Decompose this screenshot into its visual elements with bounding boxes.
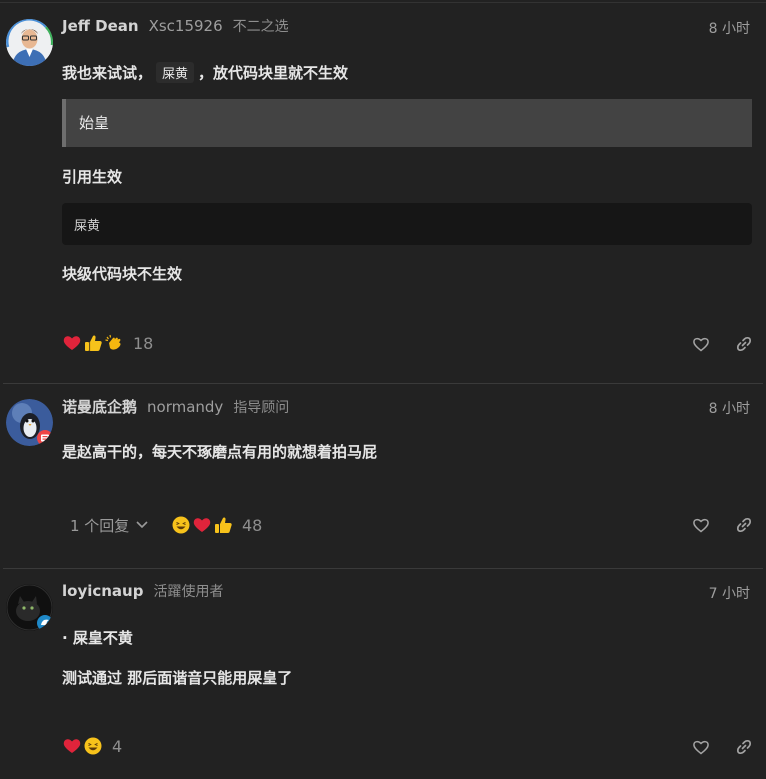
post-meta: Jeff Dean Xsc15926 不二之选 bbox=[62, 16, 289, 38]
post-paragraph: 块级代码块不生效 bbox=[62, 265, 183, 283]
post-paragraph: 是赵高干的，每天不琢磨点有用的就想着拍马屁 bbox=[62, 443, 378, 461]
like-icon[interactable] bbox=[691, 515, 711, 535]
post-time[interactable]: 7 小时 bbox=[709, 583, 750, 603]
username[interactable]: 诺曼底企鹅 bbox=[62, 396, 137, 417]
topic-feed: Jeff Dean Xsc15926 不二之选 8 小时 我也来试试， 屎黄 ，放代… bbox=[0, 0, 766, 779]
post-time[interactable]: 8 小时 bbox=[709, 18, 750, 38]
reactions-bar[interactable]: 4 bbox=[62, 735, 122, 757]
post-normandy: 诺曼底企鹅 normandy 指导顾问 8 小时 是赵高干的，每天不琢磨点有用的… bbox=[0, 384, 766, 568]
reactions-bar[interactable]: 48 bbox=[171, 514, 262, 536]
heart-emoji-icon bbox=[192, 515, 212, 535]
reaction-count: 4 bbox=[112, 736, 123, 756]
list-item: · 屎皇不黄 bbox=[62, 629, 133, 647]
clap-emoji-icon bbox=[104, 333, 124, 353]
user-title: 不二之选 bbox=[232, 19, 289, 35]
reaction-count: 18 bbox=[133, 333, 154, 353]
thumbs-up-emoji-icon bbox=[213, 515, 233, 535]
post-meta: 诺曼底企鹅 normandy 指导顾问 bbox=[62, 396, 289, 418]
post-loyicnaup: loyicnaup 活躍使用者 7 小时 · 屎皇不黄 测试通过 那后面谐音只能… bbox=[0, 569, 766, 779]
full-name[interactable]: Xsc15926 bbox=[149, 17, 223, 35]
user-title: 指导顾问 bbox=[233, 400, 290, 416]
replies-label: 1 个回复 bbox=[70, 516, 130, 535]
link-icon[interactable] bbox=[734, 334, 754, 354]
text-segment: 我也来试试， bbox=[62, 64, 153, 82]
post-paragraph: 引用生效 bbox=[62, 168, 123, 186]
laughing-emoji-icon bbox=[171, 515, 191, 535]
post-paragraph: 我也来试试， 屎黄 ，放代码块里就不生效 bbox=[62, 62, 348, 83]
username[interactable]: Jeff Dean bbox=[62, 17, 139, 35]
post-time[interactable]: 8 小时 bbox=[709, 398, 750, 418]
avatar[interactable] bbox=[6, 399, 53, 446]
avatar[interactable] bbox=[6, 584, 53, 631]
post-jeff-dean: Jeff Dean Xsc15926 不二之选 8 小时 我也来试试， 屎黄 ，放代… bbox=[0, 0, 766, 383]
like-icon[interactable] bbox=[691, 737, 711, 757]
laughing-emoji-icon bbox=[83, 736, 103, 756]
show-replies-button[interactable]: 1 个回复 bbox=[70, 514, 148, 536]
heart-emoji-icon bbox=[62, 736, 82, 756]
username[interactable]: loyicnaup bbox=[62, 582, 143, 600]
avatar[interactable] bbox=[6, 19, 53, 66]
post-paragraph: 测试通过 那后面谐音只能用屎皇了 bbox=[62, 669, 293, 687]
link-icon[interactable] bbox=[734, 515, 754, 535]
blockquote: 始皇 bbox=[62, 99, 752, 147]
post-meta: loyicnaup 活躍使用者 bbox=[62, 581, 223, 603]
reaction-count: 48 bbox=[242, 515, 263, 535]
user-title: 活躍使用者 bbox=[153, 584, 224, 600]
like-icon[interactable] bbox=[691, 334, 711, 354]
full-name[interactable]: normandy bbox=[147, 398, 223, 416]
chevron-down-icon bbox=[136, 521, 148, 529]
link-icon[interactable] bbox=[734, 737, 754, 757]
inline-code: 屎黄 bbox=[156, 62, 195, 83]
text-segment: ，放代码块里就不生效 bbox=[198, 64, 349, 82]
code-block: 屎黄 bbox=[62, 203, 752, 245]
thumbs-up-emoji-icon bbox=[83, 333, 103, 353]
heart-emoji-icon bbox=[62, 333, 82, 353]
reactions-bar[interactable]: 18 bbox=[62, 332, 153, 354]
